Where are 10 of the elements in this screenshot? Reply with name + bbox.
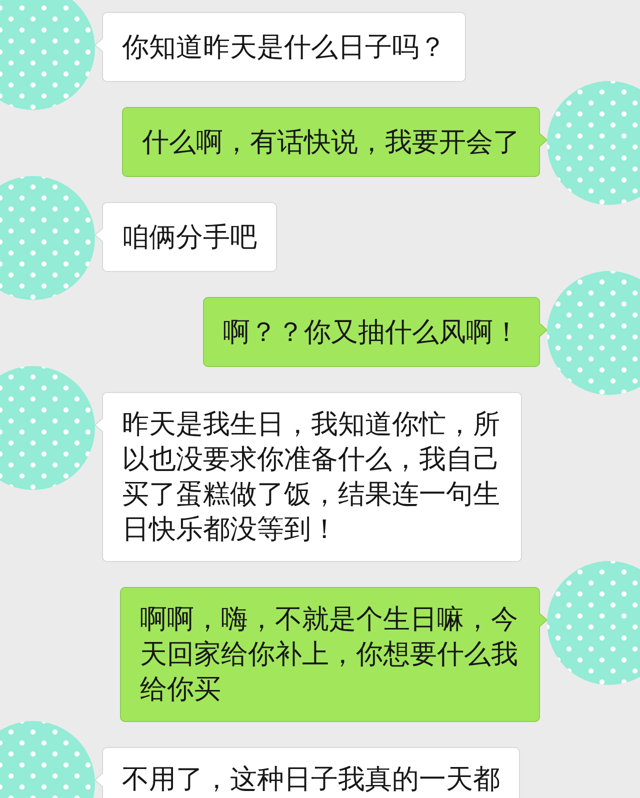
- message-bubble: 不用了，这种日子我真的一天都: [102, 747, 520, 798]
- bubble-tail-icon: [539, 133, 547, 147]
- message-bubble: 什么啊，有话快说，我要开会了: [122, 107, 540, 177]
- message-bubble: 你知道昨天是什么日子吗？: [102, 12, 466, 82]
- bubble-tail-icon: [539, 613, 547, 627]
- message-bubble: 啊啊，嗨，不就是个生日嘛，今天回家给你补上，你想要什么我给你买: [120, 587, 540, 722]
- bubble-tail-icon: [539, 323, 547, 337]
- message-bubble: 啊？？你又抽什么风啊！: [203, 297, 540, 367]
- message-bubble: 昨天是我生日，我知道你忙，所以也没要求你准备什么，我自己买了蛋糕做了饭，结果连一句生日快乐都没等到！: [102, 392, 522, 562]
- message-bubble: 咱俩分手吧: [102, 202, 277, 272]
